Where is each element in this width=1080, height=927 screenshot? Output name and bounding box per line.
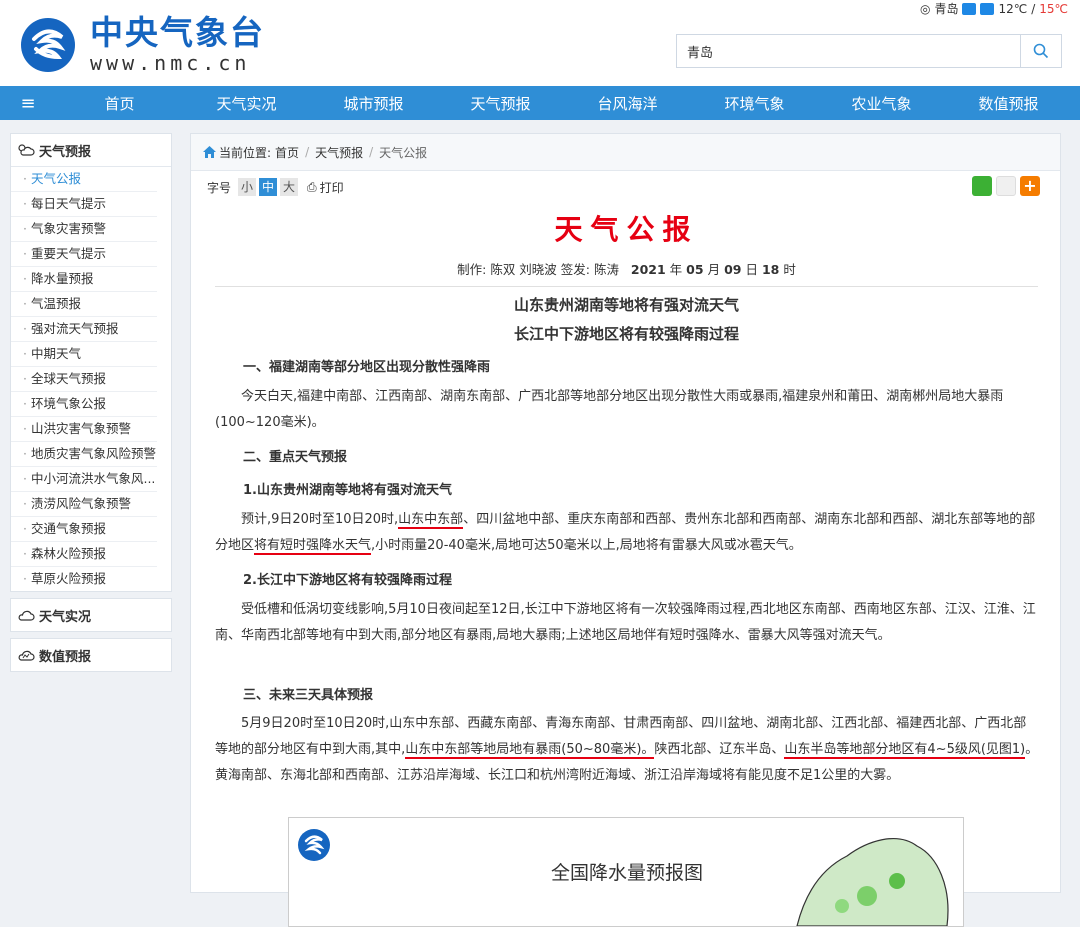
nav-numerical[interactable]: 数值预报 xyxy=(945,93,1072,114)
sidebar-item-forest-fire[interactable]: · 森林火险预报 xyxy=(11,542,157,567)
nav-environment[interactable]: 环境气象 xyxy=(691,93,818,114)
site-name: 中央气象台 xyxy=(90,13,265,52)
highlight-heavy-rain: 将有短时强降水天气 xyxy=(254,538,372,555)
wechat-share-icon[interactable] xyxy=(972,176,992,196)
sidebar-item-flash-flood[interactable]: · 山洪灾害气象预警 xyxy=(11,417,157,442)
bulletin-title: 天气公报 xyxy=(554,213,699,246)
sidebar-item-bulletin[interactable]: · 天气公报 xyxy=(11,167,157,192)
sidebar-item-grassland-fire[interactable]: · 草原火险预报 xyxy=(11,567,157,591)
sidebar-item-river-flood[interactable]: · 中小河流洪水气象风... xyxy=(11,467,157,492)
breadcrumb-sep: / xyxy=(369,145,374,159)
more-share-icon[interactable]: + xyxy=(1020,176,1040,196)
site-url: www.nmc.cn xyxy=(90,51,251,75)
breadcrumb-forecast[interactable]: 天气预报 xyxy=(315,144,363,161)
nmc-logo-icon xyxy=(21,18,75,72)
main-nav: ≡ 首页 天气实况 城市预报 天气预报 台风海洋 环境气象 农业气象 数值预报 xyxy=(0,86,1080,120)
sidebar-item-convective[interactable]: · 强对流天气预报 xyxy=(11,317,157,342)
breadcrumb-label: 当前位置: xyxy=(219,145,272,160)
print-icon[interactable]: ⎙ xyxy=(307,180,317,195)
chart-cloud-icon xyxy=(18,650,35,661)
bulletin-subtitle-1: 山东贵州湖南等地将有强对流天气 xyxy=(513,296,739,314)
bulletin-meta: 制作: 陈双 刘晓波 签发: 陈涛 2021 年 05 月 09 日 18 时 xyxy=(457,262,796,277)
share-buttons: + xyxy=(972,176,1040,196)
forecast-panel-title: 天气预报 xyxy=(39,144,92,160)
sidebar-item-daily-tips[interactable]: · 每日天气提示 xyxy=(11,192,157,217)
main-content: 当前位置: 首页 / 天气预报 / 天气公报 字号 小 中 大 ⎙ 打印 + 天… xyxy=(190,133,1061,927)
site-logo[interactable]: 中央气象台 www.nmc.cn xyxy=(20,10,265,80)
sidebar-item-disaster-warning[interactable]: · 气象灾害预警 xyxy=(11,217,157,242)
sidebar-item-precip-forecast[interactable]: · 降水量预报 xyxy=(11,267,157,292)
font-toolbar: 字号 小 中 大 ⎙ 打印 xyxy=(207,178,344,196)
sidebar: 天气预报 · 天气公报 · 每日天气提示 · 气象灾害预警 · 重要天气提示 · 降水量预… xyxy=(10,133,172,678)
font-medium-button[interactable]: 中 xyxy=(259,178,278,196)
sidebar-item-environment[interactable]: · 环境气象公报 xyxy=(11,392,157,417)
highlight-shandong-wind: 山东半岛等地部分地区有4~5级风(见图1) xyxy=(784,742,1026,759)
search-box xyxy=(676,34,1062,68)
cloud-sun-icon xyxy=(18,144,35,156)
divider xyxy=(215,286,1038,287)
weibo-share-icon[interactable] xyxy=(996,176,1016,196)
sidebar-item-temp-forecast[interactable]: · 气温预报 xyxy=(11,292,157,317)
search-input[interactable] xyxy=(677,35,1021,67)
forecast-panel: 天气预报 · 天气公报 · 每日天气提示 · 气象灾害预警 · 重要天气提示 · 降水量预… xyxy=(10,133,172,592)
observation-panel-header[interactable]: 天气实况 xyxy=(11,599,171,631)
nav-agriculture[interactable]: 农业气象 xyxy=(818,93,945,114)
weather-city: 青岛 xyxy=(934,2,959,16)
section-1-heading: 一、福建湖南等部分地区出现分散性强降雨 xyxy=(243,360,491,375)
figure-title: 全国降水量预报图 xyxy=(551,862,704,884)
numerical-panel-title: 数值预报 xyxy=(39,649,92,665)
temp-sep: / xyxy=(1031,1,1036,16)
search-button[interactable] xyxy=(1020,35,1061,67)
breadcrumb-home[interactable]: 首页 xyxy=(275,144,299,161)
numerical-panel-header[interactable]: 数值预报 xyxy=(11,639,171,671)
nmc-logo-icon xyxy=(298,829,330,861)
nav-typhoon-ocean[interactable]: 台风海洋 xyxy=(564,93,691,114)
font-large-button[interactable]: 大 xyxy=(280,178,299,196)
bulletin-subtitle-2: 长江中下游地区将有较强降雨过程 xyxy=(513,325,739,343)
font-small-button[interactable]: 小 xyxy=(238,178,257,196)
location-pin-icon: ◎ xyxy=(919,1,931,16)
highlight-shandong: 山东中东部 xyxy=(398,512,464,529)
font-size-label: 字号 xyxy=(207,180,232,195)
section-2-heading: 二、重点天气预报 xyxy=(243,450,348,465)
sidebar-item-global[interactable]: · 全球天气预报 xyxy=(11,367,157,392)
paragraph-2: 预计,9日20时至10日20时,山东中东部、四川盆地中部、重庆东南部和西部、贵州… xyxy=(215,512,1036,555)
sidebar-item-medium-range[interactable]: · 中期天气 xyxy=(11,342,157,367)
observation-panel-title: 天气实况 xyxy=(39,609,92,625)
numerical-panel: 数值预报 xyxy=(10,638,172,672)
section-3-heading: 三、未来三天具体预报 xyxy=(243,688,374,703)
cloud-sun-icon xyxy=(980,2,995,15)
nav-city-forecast[interactable]: 城市预报 xyxy=(310,93,437,114)
paragraph-4: 5月9日20时至10日20时,山东中东部、西藏东南部、青海东南部、甘肃西南部、四… xyxy=(215,716,1039,783)
breadcrumb-bulletin[interactable]: 天气公报 xyxy=(379,144,427,161)
temp-high: 15℃ xyxy=(1039,1,1068,16)
sidebar-item-waterlogging[interactable]: · 渍涝风险气象预警 xyxy=(11,492,157,517)
current-weather[interactable]: ◎ 青岛 12℃ / 15℃ xyxy=(920,0,1068,17)
forecast-panel-header[interactable]: 天气预报 xyxy=(11,134,171,167)
cloudy-icon xyxy=(962,2,977,15)
highlight-shandong-rainstorm: 山东中东部等地局地有暴雨(50~80毫米)。 xyxy=(405,742,655,759)
china-map-icon xyxy=(796,838,949,926)
sidebar-item-geo-hazard[interactable]: · 地质灾害气象风险预警 xyxy=(11,442,157,467)
nav-home[interactable]: 首页 xyxy=(56,93,183,114)
section-2-1-heading: 1.山东贵州湖南等地将有强对流天气 xyxy=(243,483,452,498)
paragraph-1: 今天白天,福建中南部、江西南部、湖南东南部、广西北部等地部分地区出现分散性大雨或… xyxy=(215,389,1004,430)
nav-weather-forecast[interactable]: 天气预报 xyxy=(437,93,564,114)
breadcrumb-sep: / xyxy=(305,145,310,159)
observation-panel: 天气实况 xyxy=(10,598,172,632)
breadcrumb: 当前位置: 首页 / 天气预报 / 天气公报 xyxy=(191,134,1060,171)
temp-low: 12℃ xyxy=(998,1,1028,16)
section-2-2-heading: 2.长江中下游地区将有较强降雨过程 xyxy=(243,573,452,588)
search-icon xyxy=(1033,43,1049,59)
sidebar-item-important-tips[interactable]: · 重要天气提示 xyxy=(11,242,157,267)
nav-observation[interactable]: 天气实况 xyxy=(183,93,310,114)
sidebar-item-traffic[interactable]: · 交通气象预报 xyxy=(11,517,157,542)
header: 中央气象台 www.nmc.cn ◎ 青岛 12℃ / 15℃ xyxy=(0,0,1080,86)
home-icon xyxy=(203,146,216,158)
cloud-icon xyxy=(18,610,35,621)
menu-icon[interactable]: ≡ xyxy=(0,93,56,114)
precip-forecast-figure[interactable]: 全国降水量预报图 xyxy=(288,817,964,927)
print-button[interactable]: 打印 xyxy=(320,179,344,196)
paragraph-3: 受低槽和低涡切变线影响,5月10日夜间起至12日,长江中下游地区将有一次较强降雨… xyxy=(215,602,1036,643)
